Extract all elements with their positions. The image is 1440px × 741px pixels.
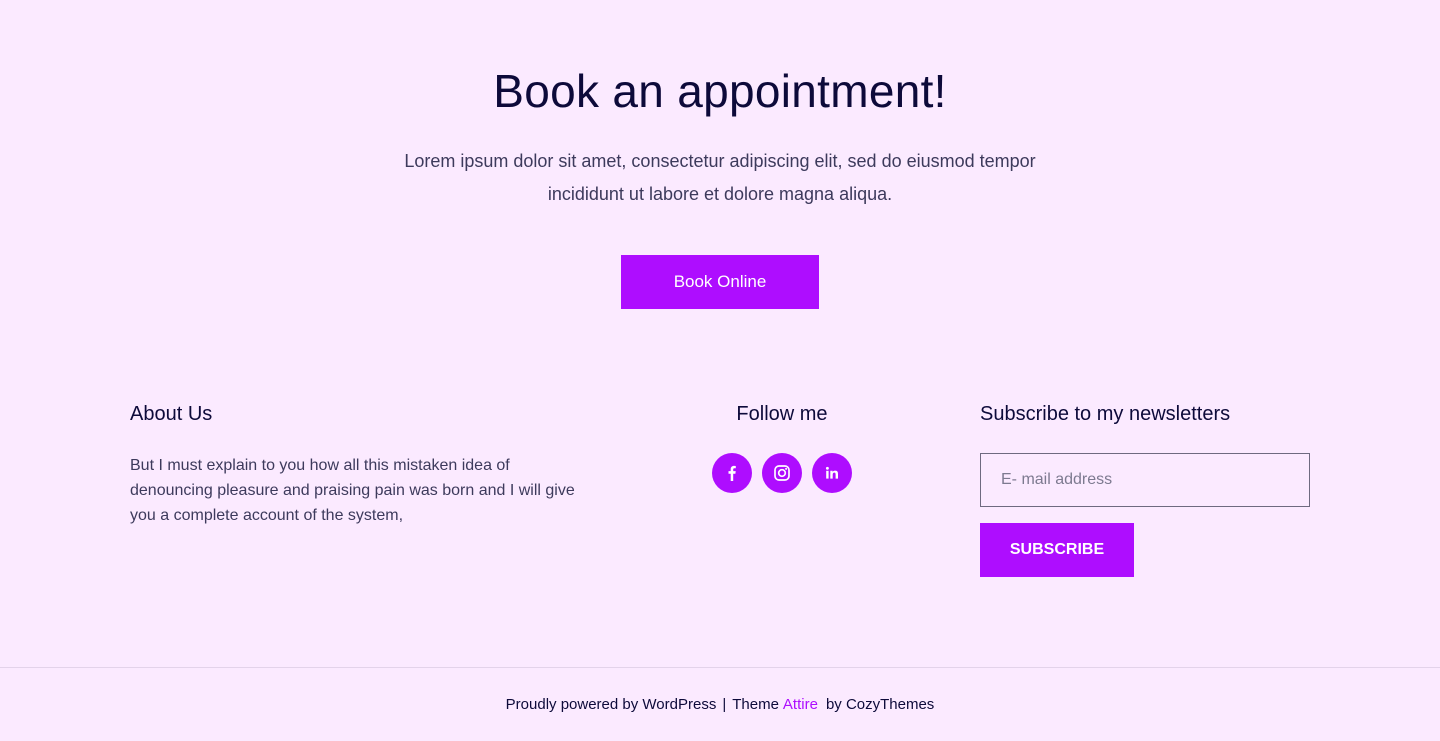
facebook-icon [724,465,740,481]
footer-separator: | [722,696,727,713]
site-info: Proudly powered by WordPress | Theme Att… [0,667,1440,741]
email-input[interactable] [980,453,1310,507]
about-widget: About Us But I must explain to you how a… [130,401,580,528]
instagram-link[interactable] [762,453,802,493]
facebook-link[interactable] [712,453,752,493]
about-title: About Us [130,403,213,425]
appointment-description: Lorem ipsum dolor sit amet, consectetur … [404,151,1036,204]
social-links [682,453,882,493]
book-online-button[interactable]: Book Online [621,255,819,309]
instagram-icon [773,464,791,482]
subscribe-button[interactable]: SUBSCRIBE [980,523,1134,577]
page: Book an appointment! Lorem ipsum dolor s… [0,0,1440,741]
linkedin-icon [825,466,839,480]
follow-title: Follow me [736,403,828,425]
author-link[interactable]: by CozyThemes [826,696,934,713]
about-text: But I must explain to you how all this m… [130,457,575,524]
theme-prefix: Theme [732,696,779,713]
linkedin-link[interactable] [812,453,852,493]
theme-link[interactable]: Attire [783,696,818,713]
newsletter-widget: Subscribe to my newsletters SUBSCRIBE [980,401,1310,577]
newsletter-title: Subscribe to my newsletters [980,403,1231,425]
follow-widget: Follow me [682,401,882,493]
wordpress-link[interactable]: Proudly powered by WordPress [506,696,717,713]
appointment-title: Book an appointment! [493,65,947,117]
